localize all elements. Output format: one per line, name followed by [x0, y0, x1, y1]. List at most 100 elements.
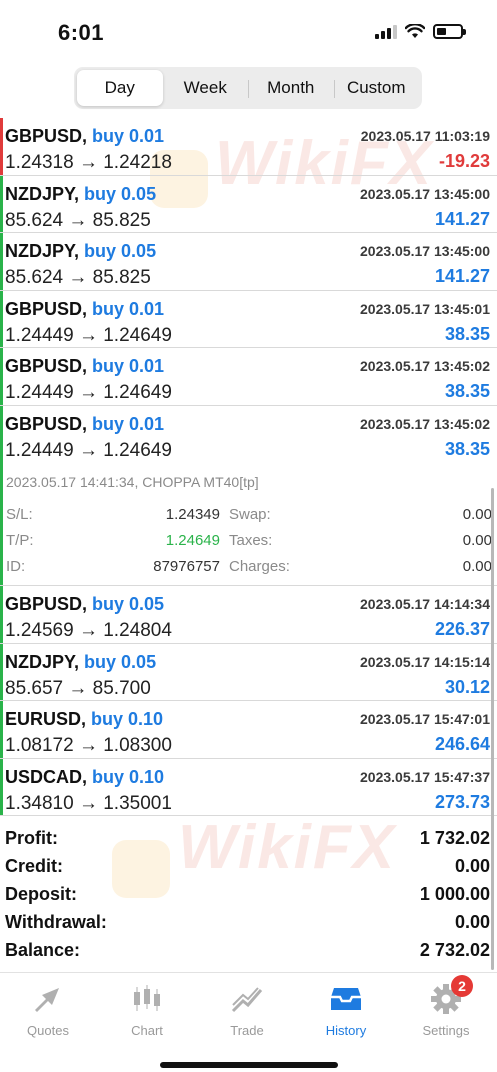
swap-value: 0.00 [462, 506, 492, 523]
charges-label: Charges: [229, 558, 290, 575]
trade-time: 2023.05.17 13:45:00 [360, 185, 490, 202]
withdrawal-value: 0.00 [454, 912, 490, 932]
segment-month[interactable]: Month [248, 70, 334, 106]
trade-row[interactable]: GBPUSD, buy 0.05 1.24569 → 1.24804 2023.… [0, 586, 497, 644]
trade-prices: 1.24449 → 1.24649 [5, 382, 172, 403]
tab-label: Trade [230, 1023, 264, 1038]
trade-profit: 141.27 [434, 208, 490, 229]
segment-custom[interactable]: Custom [333, 70, 420, 106]
trade-profit: 30.12 [444, 676, 490, 697]
home-indicator [160, 1062, 338, 1068]
trade-prices: 1.24318 → 1.24218 [5, 152, 172, 173]
trade-profit: 141.27 [434, 266, 490, 286]
trade-symbol: NZDJPY, [5, 183, 80, 204]
details-header: 2023.05.17 14:41:34, CHOPPA MT40[tp] [6, 474, 259, 490]
summary-row-withdrawal: Withdrawal: 0.00 [0, 907, 497, 935]
withdrawal-label: Withdrawal: [5, 912, 107, 932]
tab-chart[interactable]: Chart [107, 981, 187, 1038]
trade-side: buy 0.05 [84, 651, 157, 672]
trade-profit: 38.35 [444, 323, 490, 344]
trade-time: 2023.05.17 13:45:02 [360, 358, 490, 374]
trade-profit: -19.23 [438, 151, 490, 171]
settings-icon: 2 [406, 975, 486, 1017]
history-icon [306, 981, 386, 1017]
balance-value: 2 732.02 [419, 940, 490, 960]
trade-side: buy 0.10 [91, 709, 164, 729]
trade-profit: 38.35 [444, 381, 490, 401]
tp-label: T/P: [6, 532, 34, 549]
credit-value: 0.00 [454, 856, 490, 876]
trade-symbol: USDCAD, [5, 766, 88, 787]
trade-time: 2023.05.17 11:03:19 [360, 128, 490, 144]
tab-quotes[interactable]: Quotes [8, 981, 88, 1038]
trade-row[interactable]: NZDJPY, buy 0.05 85.624 → 85.825 2023.05… [0, 175, 497, 233]
tab-label: History [325, 1023, 367, 1038]
trade-side: buy 0.01 [92, 126, 165, 146]
trade-row[interactable]: EURUSD, buy 0.10 1.08172 → 1.08300 2023.… [0, 701, 497, 759]
trade-prices: 85.657 → 85.700 [5, 677, 151, 699]
trade-prices: 1.24449 → 1.24649 [5, 439, 172, 461]
trade-icon [207, 981, 287, 1017]
side-indicator [0, 118, 3, 175]
trade-prices: 1.24449 → 1.24649 [5, 324, 172, 346]
deposit-value: 1 000.00 [419, 884, 490, 904]
profit-value: 1 732.02 [419, 828, 490, 848]
sl-label: S/L: [6, 506, 33, 523]
trade-time: 2023.05.17 13:45:02 [360, 415, 490, 432]
notification-badge: 2 [451, 975, 473, 997]
trade-profit: 226.37 [434, 619, 490, 639]
side-indicator [0, 701, 3, 758]
detail-row-id: ID: 87976757 Charges: 0.00 [6, 558, 492, 578]
trade-profit: 38.35 [444, 438, 490, 459]
side-indicator [0, 405, 3, 463]
trade-details-panel: 2023.05.17 14:41:34, CHOPPA MT40[tp] S/L… [0, 463, 497, 586]
detail-row-sl: S/L: 1.24349 Swap: 0.00 [6, 506, 492, 526]
trade-row-expanded[interactable]: GBPUSD, buy 0.01 1.24449 → 1.24649 2023.… [0, 405, 497, 463]
trade-row[interactable]: NZDJPY, buy 0.05 85.657 → 85.700 2023.05… [0, 643, 497, 701]
tab-label: Settings [422, 1023, 470, 1038]
trade-profit: 273.73 [434, 791, 490, 812]
tp-value: 1.24649 [165, 532, 220, 549]
trade-time: 2023.05.17 15:47:01 [360, 711, 490, 727]
trade-symbol: GBPUSD, [5, 126, 88, 146]
trade-time: 2023.05.17 13:45:00 [360, 243, 490, 259]
id-value: 87976757 [153, 558, 220, 575]
trade-side: buy 0.05 [84, 241, 157, 261]
taxes-label: Taxes: [229, 532, 273, 549]
summary-row-profit: Profit: 1 732.02 [0, 823, 497, 851]
trade-row[interactable]: GBPUSD, buy 0.01 1.24318 → 1.24218 2023.… [0, 118, 497, 176]
trade-side: buy 0.05 [92, 594, 165, 614]
trade-time: 2023.05.17 15:47:37 [360, 768, 490, 785]
credit-label: Credit: [5, 856, 63, 876]
trade-side: buy 0.01 [92, 298, 165, 319]
trade-side: buy 0.05 [84, 183, 157, 204]
trade-symbol: GBPUSD, [5, 413, 88, 434]
quotes-icon [8, 981, 88, 1017]
side-indicator [0, 586, 3, 643]
trade-side: buy 0.01 [92, 413, 165, 434]
side-indicator [0, 233, 3, 290]
trade-side: buy 0.01 [92, 356, 165, 376]
scrollbar[interactable] [491, 488, 494, 970]
side-indicator [0, 348, 3, 405]
history-list: GBPUSD, buy 0.01 1.24318 → 1.24218 2023.… [0, 118, 497, 816]
trade-row[interactable]: GBPUSD, buy 0.01 1.24449 → 1.24649 2023.… [0, 348, 497, 406]
tab-trade[interactable]: Trade [207, 981, 287, 1038]
segment-day[interactable]: Day [77, 70, 163, 106]
sl-value: 1.24349 [165, 506, 220, 523]
tab-settings[interactable]: 2 Settings [406, 975, 486, 1038]
trade-symbol: NZDJPY, [5, 651, 80, 672]
trade-row[interactable]: GBPUSD, buy 0.01 1.24449 → 1.24649 2023.… [0, 290, 497, 348]
status-bar: 6:01 [0, 0, 497, 66]
trade-symbol: EURUSD, [5, 709, 87, 729]
summary-row-deposit: Deposit: 1 000.00 [0, 879, 497, 907]
segment-week[interactable]: Week [163, 70, 249, 106]
trade-profit: 246.64 [434, 734, 490, 754]
tab-bar: Quotes Chart Trade History 2 Settings [0, 972, 497, 1072]
side-indicator [0, 758, 3, 815]
trade-row[interactable]: NZDJPY, buy 0.05 85.624 → 85.825 2023.05… [0, 233, 497, 291]
trade-prices: 1.34810 → 1.35001 [5, 792, 172, 814]
trade-prices: 85.624 → 85.825 [5, 267, 151, 288]
trade-row[interactable]: USDCAD, buy 0.10 1.34810 → 1.35001 2023.… [0, 758, 497, 816]
tab-history[interactable]: History [306, 981, 386, 1038]
